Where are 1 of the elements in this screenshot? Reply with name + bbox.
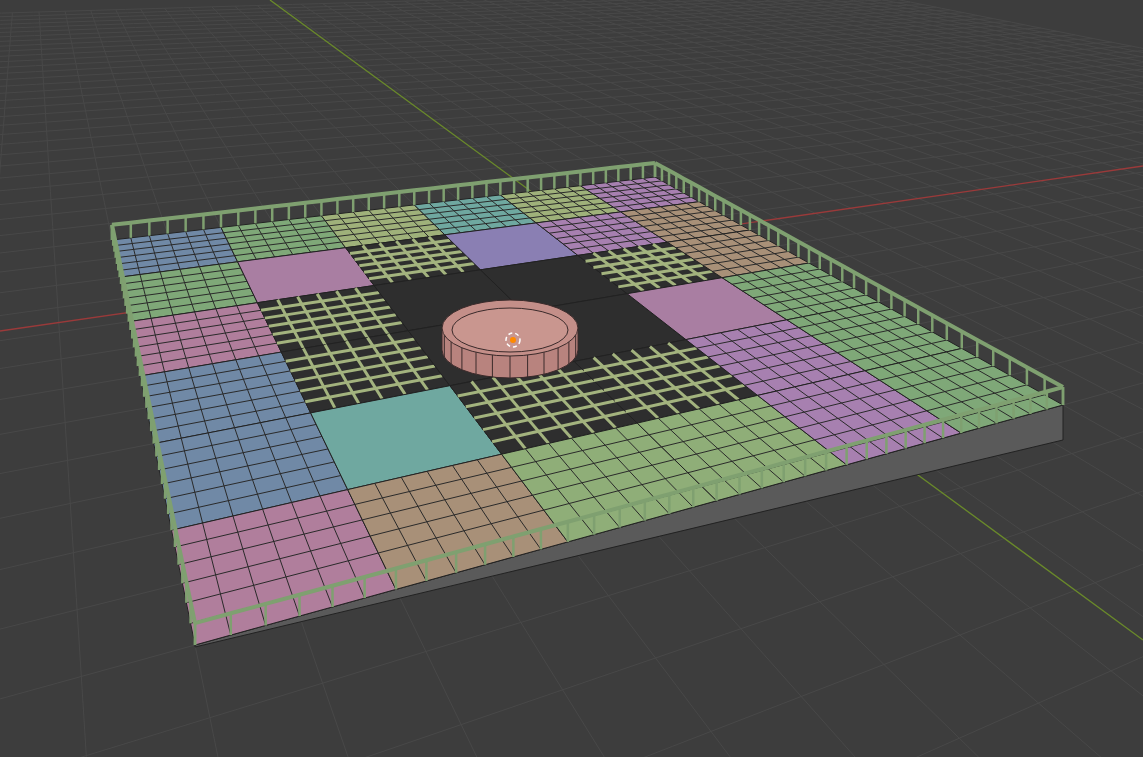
origin-icon — [505, 332, 521, 348]
